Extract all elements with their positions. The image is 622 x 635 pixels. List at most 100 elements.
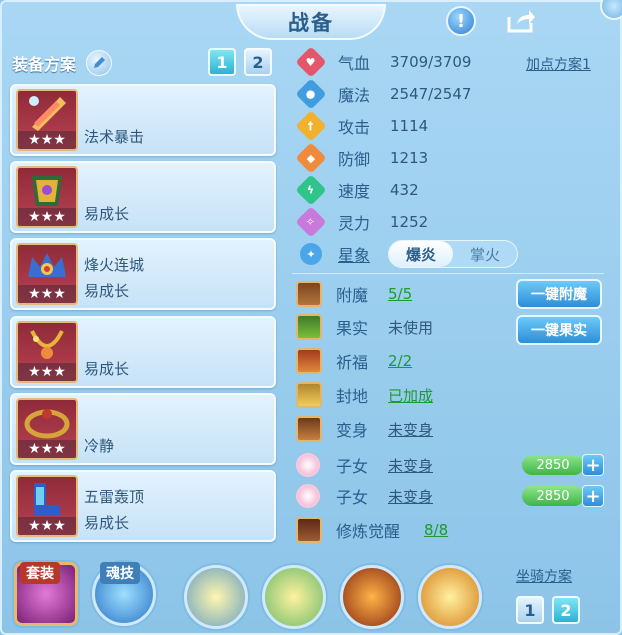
blessing-icon bbox=[296, 348, 322, 374]
equipment-thumbnail-armor: ★★★ bbox=[16, 166, 78, 228]
fief-icon bbox=[296, 382, 322, 408]
star-sign-label[interactable]: 星象 bbox=[338, 242, 390, 266]
fruit-value: 未使用 bbox=[388, 318, 434, 337]
equipment-thumbnail-crown: ★★★ bbox=[16, 243, 78, 305]
info-icon[interactable]: ! bbox=[446, 6, 476, 36]
stat-label: 防御 bbox=[338, 150, 371, 169]
star-rating: ★★★ bbox=[18, 131, 76, 149]
stat-mp-row: ● 魔法 2547/2547 bbox=[295, 78, 472, 110]
awaken-icon bbox=[296, 517, 322, 543]
equipment-plan-item[interactable]: ★★★ 五雷轰顶 易成长 bbox=[10, 470, 276, 542]
equipment-plan-item[interactable]: ★★★ 易成长 bbox=[10, 316, 276, 388]
equipment-thumbnail-boots: ★★★ bbox=[16, 475, 78, 537]
fruit-row: 果实 未使用 bbox=[296, 312, 433, 342]
share-icon[interactable] bbox=[506, 6, 536, 36]
stat-label: 速度 bbox=[338, 182, 371, 201]
stat-value: 2547/2547 bbox=[390, 85, 472, 103]
add-point-plan-link[interactable]: 加点方案1 bbox=[526, 54, 591, 74]
equipment-thumbnail-necklace: ★★★ bbox=[16, 321, 78, 383]
mana-icon: ● bbox=[295, 78, 327, 110]
stat-label: 攻击 bbox=[338, 118, 371, 137]
plan-effect-text: 易成长 bbox=[84, 205, 130, 223]
child-row-1: 子女 未变身 bbox=[296, 450, 433, 480]
title-text: 战备 bbox=[288, 11, 334, 35]
child-points-badge: 2850 bbox=[522, 486, 584, 506]
fief-row: 封地 已加成 bbox=[296, 380, 433, 410]
star-sign-toggle[interactable]: 爆炎 掌火 bbox=[388, 240, 518, 268]
stat-value: 1252 bbox=[390, 213, 429, 231]
skill-slot[interactable] bbox=[262, 565, 326, 629]
stat-label: 灵力 bbox=[338, 214, 371, 233]
star-sign-icon: ✦ bbox=[300, 243, 322, 265]
soul-skill-label: 魂技 bbox=[100, 562, 140, 584]
equipment-thumbnail-belt: ★★★ bbox=[16, 398, 78, 460]
enchant-row: 附魔 5/5 bbox=[296, 279, 412, 309]
fruit-icon bbox=[296, 314, 322, 340]
stat-defense-row: ◆ 防御 1213 bbox=[295, 142, 429, 174]
stat-label: 魔法 bbox=[338, 86, 371, 105]
star-sign-row: ✦ 星象 bbox=[298, 240, 390, 268]
enchant-icon bbox=[296, 281, 322, 307]
star-rating: ★★★ bbox=[18, 285, 76, 303]
child-value[interactable]: 未变身 bbox=[388, 486, 433, 507]
child-add-button[interactable]: + bbox=[582, 454, 604, 476]
child-label: 子女 bbox=[336, 457, 369, 476]
skill-slot[interactable] bbox=[418, 565, 482, 629]
transform-row: 变身 未变身 bbox=[296, 414, 433, 444]
star-rating: ★★★ bbox=[18, 363, 76, 381]
heart-icon: ♥ bbox=[295, 46, 327, 78]
skill-slot[interactable] bbox=[184, 565, 248, 629]
shield-icon: ◆ bbox=[295, 142, 327, 174]
equipment-plan-item[interactable]: ★★★ 冷静 bbox=[10, 393, 276, 465]
fruit-label: 果实 bbox=[336, 319, 369, 338]
star-option[interactable]: 掌火 bbox=[453, 241, 517, 267]
lightning-icon: ϟ bbox=[295, 174, 327, 206]
awaken-value[interactable]: 8/8 bbox=[424, 521, 448, 539]
mount-plan-tab-2[interactable]: 2 bbox=[552, 596, 580, 624]
plan-skill-text: 烽火连城 bbox=[84, 256, 145, 274]
stat-label: 气血 bbox=[338, 54, 371, 73]
page-title: 战备 bbox=[236, 4, 386, 40]
skill-slot[interactable] bbox=[340, 565, 404, 629]
star-rating: ★★★ bbox=[18, 440, 76, 458]
transform-icon bbox=[296, 416, 322, 442]
equipment-plan-item[interactable]: ★★★ 烽火连城 易成长 bbox=[10, 238, 276, 310]
mount-plan-tab-1[interactable]: 1 bbox=[516, 596, 544, 624]
child-points-badge: 2850 bbox=[522, 455, 584, 475]
blessing-row: 祈福 2/2 bbox=[296, 346, 412, 376]
equipment-plan-label: 装备方案 bbox=[12, 55, 77, 74]
transform-value[interactable]: 未变身 bbox=[388, 419, 433, 440]
equipment-plan-item[interactable]: ★★★ 易成长 bbox=[10, 161, 276, 233]
stat-spirit-row: ✧ 灵力 1252 bbox=[295, 206, 429, 238]
equipment-plan-tab-1[interactable]: 1 bbox=[208, 48, 236, 76]
plan-effect-text: 易成长 bbox=[84, 360, 130, 378]
edit-pencil-icon[interactable] bbox=[86, 50, 113, 76]
equipment-thumbnail-ice-sword: ★★★ bbox=[16, 89, 78, 151]
enchant-label: 附魔 bbox=[336, 286, 369, 305]
stat-value: 1213 bbox=[390, 149, 429, 167]
equipment-plan-item[interactable]: ★★★ 法术暴击 bbox=[10, 84, 276, 156]
spirit-icon: ✧ bbox=[295, 206, 327, 238]
stat-hp-row: ♥ 气血 3709/3709 bbox=[295, 46, 471, 78]
star-option-selected[interactable]: 爆炎 bbox=[389, 241, 453, 267]
sword-icon: † bbox=[295, 110, 327, 142]
mount-plan-label[interactable]: 坐骑方案 bbox=[516, 566, 572, 586]
child-icon bbox=[296, 484, 320, 508]
child-add-button[interactable]: + bbox=[582, 485, 604, 507]
child-row-2: 子女 未变身 bbox=[296, 481, 433, 511]
child-value[interactable]: 未变身 bbox=[388, 455, 433, 476]
plan-effect-text: 易成长 bbox=[84, 282, 130, 300]
blessing-value[interactable]: 2/2 bbox=[388, 352, 412, 370]
fief-label: 封地 bbox=[336, 387, 369, 406]
one-click-fruit-button[interactable]: 一键果实 bbox=[516, 315, 602, 345]
plan-skill-text: 五雷轰顶 bbox=[84, 488, 145, 506]
equipment-plan-tab-2[interactable]: 2 bbox=[244, 48, 272, 76]
awaken-label: 修炼觉醒 bbox=[336, 522, 401, 541]
stat-attack-row: † 攻击 1114 bbox=[295, 110, 428, 142]
stat-speed-row: ϟ 速度 432 bbox=[295, 174, 419, 206]
one-click-enchant-button[interactable]: 一键附魔 bbox=[516, 279, 602, 309]
enchant-value[interactable]: 5/5 bbox=[388, 285, 412, 303]
star-rating: ★★★ bbox=[18, 208, 76, 226]
fief-value[interactable]: 已加成 bbox=[388, 385, 433, 406]
child-icon bbox=[296, 453, 320, 477]
